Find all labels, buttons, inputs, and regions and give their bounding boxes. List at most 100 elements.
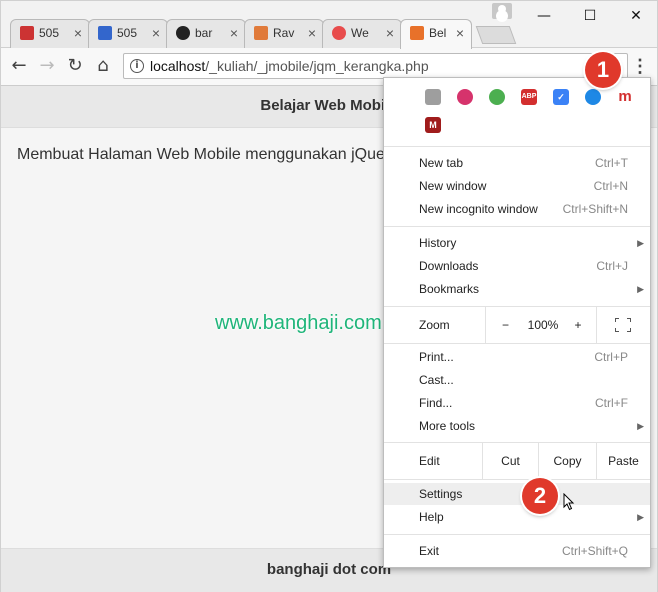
tab-title: Bel [429,26,447,40]
url-text: localhost/_kuliah/_jmobile/jqm_kerangka.… [150,58,429,74]
menu-item-label: Bookmarks [419,282,480,296]
browser-tab[interactable]: bar × [166,19,246,48]
color-picker-extension-icon[interactable] [489,89,505,105]
menu-item-label: New incognito window [419,202,538,216]
menu-item-label: Help [419,510,444,524]
menu-item-label: Downloads [419,259,479,273]
new-tab-button[interactable] [475,26,517,44]
menu-divider [384,226,650,227]
menu-item-shortcut: Ctrl+F [595,396,628,410]
menu-item-help[interactable]: Help ▶ [384,506,650,528]
url-host: localhost [150,58,206,74]
watermark-text: www.banghaji.com [215,312,382,334]
chrome-menu: ABP ✓ m M New tab Ctrl+T New window Ctrl+N… [383,77,651,568]
step-badge-1: 1 [585,52,621,88]
menu-item-label: New tab [419,156,464,170]
menu-item-more-tools[interactable]: More tools ▶ [384,415,650,437]
menu-item-label: Print... [419,350,454,364]
menu-divider [384,146,650,147]
info-icon[interactable]: i [130,59,144,73]
fullscreen-button[interactable] [596,307,650,343]
page-content-text: Membuat Halaman Web Mobile menggunakan j… [17,146,385,163]
tab-title: We [351,26,369,40]
menu-item-label: More tools [419,419,476,433]
fullscreen-icon [615,318,631,332]
menu-item-new-incognito-window[interactable]: New incognito window Ctrl+Shift+N [384,198,650,220]
home-icon[interactable]: ⌂ [91,54,115,78]
profile-icon[interactable] [492,3,512,19]
menu-item-shortcut: Ctrl+N [593,179,628,193]
menu-item-cast[interactable]: Cast... [384,369,650,391]
browser-tab[interactable]: We × [322,19,402,48]
tab-favicon-icon [410,26,424,40]
zoom-row: Zoom − 100% + [384,307,650,343]
menu-item-label: Settings [419,487,463,501]
submenu-arrow-icon: ▶ [637,421,644,431]
menu-item-shortcut: Ctrl+T [595,156,628,170]
menu-item-label: History [419,236,457,250]
menu-item-label: Find... [419,396,453,410]
dolphin-extension-icon[interactable] [585,89,601,105]
submenu-arrow-icon: ▶ [637,512,644,522]
menu-item-shortcut: Ctrl+Shift+Q [561,544,628,558]
tab-close-icon[interactable]: × [308,20,316,46]
close-button[interactable]: ✕ [613,1,658,31]
menu-item-shortcut: Ctrl+Shift+N [562,202,628,216]
tab-favicon-icon [98,26,112,40]
mendeley-extension-icon[interactable]: M [425,117,441,133]
edit-row: Edit Cut Copy Paste [384,443,650,479]
tab-favicon-icon [20,26,34,40]
menu-divider [384,479,650,480]
donut-extension-icon[interactable] [457,89,473,105]
zoom-level: 100% [527,318,559,332]
step-badge-2: 2 [522,478,558,514]
adblock-plus-icon[interactable]: ABP [521,89,537,105]
forward-arrow-icon[interactable]: → [35,54,59,78]
reload-icon[interactable]: ↻ [63,54,87,78]
browser-tab[interactable]: 505 × [10,19,90,48]
tab-close-icon[interactable]: × [74,20,82,46]
copy-button[interactable]: Copy [538,443,596,479]
menu-item-print[interactable]: Print... Ctrl+P [384,346,650,368]
menu-item-label: Cast... [419,373,454,387]
zoom-out-button[interactable]: − [485,307,525,343]
menu-item-settings[interactable]: Settings [384,483,650,505]
m-extension-icon[interactable]: m [617,89,633,105]
menu-item-history[interactable]: History ▶ [384,232,650,254]
paste-button[interactable]: Paste [596,443,650,479]
tab-title: bar [195,26,213,40]
tab-title: 505 [117,26,138,40]
menu-item-new-tab[interactable]: New tab Ctrl+T [384,152,650,174]
menu-item-exit[interactable]: Exit Ctrl+Shift+Q [384,540,650,562]
browser-tab-active[interactable]: Bel × [400,19,472,49]
menu-item-find[interactable]: Find... Ctrl+F [384,392,650,414]
extensions-row: ABP ✓ m M [384,78,650,146]
camera-extension-icon[interactable] [425,89,441,105]
submenu-arrow-icon: ▶ [637,238,644,248]
zoom-in-button[interactable]: + [561,307,595,343]
submenu-arrow-icon: ▶ [637,284,644,294]
tab-favicon-icon [332,26,346,40]
menu-item-label: New window [419,179,487,193]
menu-item-shortcut: Ctrl+J [596,259,628,273]
browser-tab[interactable]: Rav × [244,19,324,48]
menu-item-new-window[interactable]: New window Ctrl+N [384,175,650,197]
tab-close-icon[interactable]: × [152,20,160,46]
address-bar[interactable]: i localhost/_kuliah/_jmobile/jqm_kerangk… [123,53,628,79]
menu-item-downloads[interactable]: Downloads Ctrl+J [384,255,650,277]
tab-close-icon[interactable]: × [386,20,394,46]
tab-close-icon[interactable]: × [456,20,464,46]
tab-close-icon[interactable]: × [230,20,238,46]
menu-item-shortcut: Ctrl+P [594,350,628,364]
menu-divider [384,343,650,344]
minimize-button[interactable]: — [521,1,567,31]
checkmark-extension-icon[interactable]: ✓ [553,89,569,105]
github-icon [176,26,190,40]
maximize-button[interactable]: ☐ [567,1,613,31]
cut-button[interactable]: Cut [482,443,538,479]
menu-item-bookmarks[interactable]: Bookmarks ▶ [384,278,650,300]
back-arrow-icon[interactable]: ← [7,54,31,78]
tab-favicon-icon [254,26,268,40]
browser-tab[interactable]: 505 × [88,19,168,48]
tab-title: 505 [39,26,60,40]
